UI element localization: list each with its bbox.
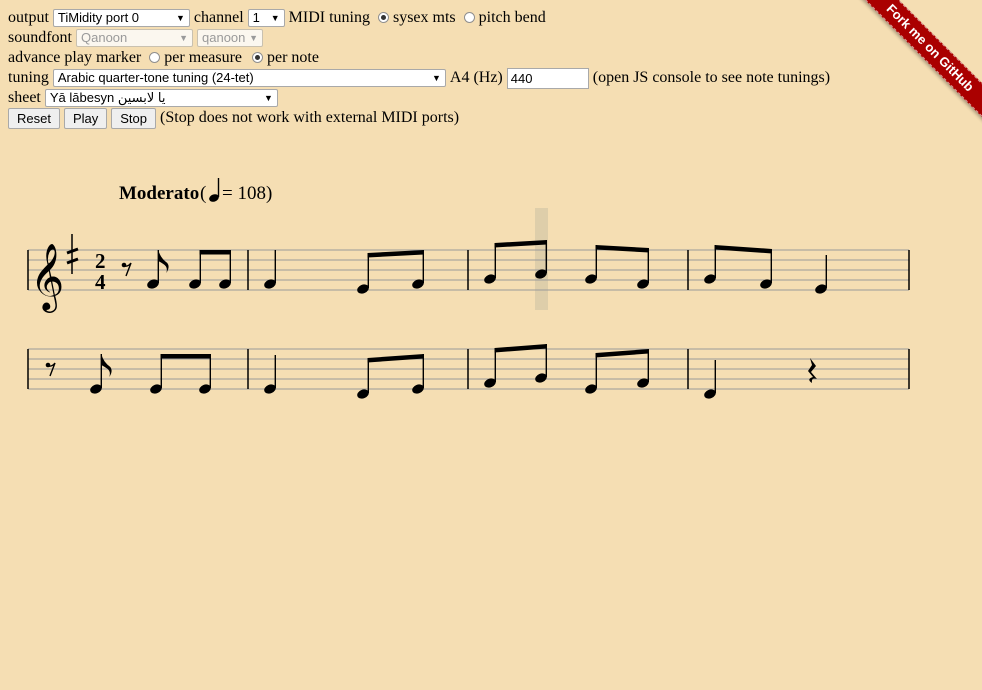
quarter-note-icon: [209, 178, 220, 202]
tempo-value: = 108): [222, 183, 272, 204]
sheet-music: Moderato ( = 108) 𝄞 24: [27, 178, 910, 399]
tempo-marking: Moderato ( = 108): [119, 178, 272, 204]
treble-clef-icon: 𝄞: [30, 242, 64, 313]
note-beam: [595, 245, 649, 253]
note-beam: [714, 245, 772, 254]
time-signature-bottom: 4: [95, 270, 106, 294]
tempo-paren: (: [200, 183, 206, 204]
note-beam: [595, 349, 649, 358]
note-flag: [101, 354, 112, 377]
note-beam: [494, 344, 547, 353]
tempo-text: Moderato: [119, 183, 199, 204]
note-beam: [199, 250, 231, 255]
staff-system-2: [27, 344, 910, 399]
note-beam: [367, 354, 424, 363]
note-beam: [367, 250, 424, 258]
staff-system-1: 𝄞 24: [27, 234, 910, 313]
note-beam: [160, 354, 211, 359]
